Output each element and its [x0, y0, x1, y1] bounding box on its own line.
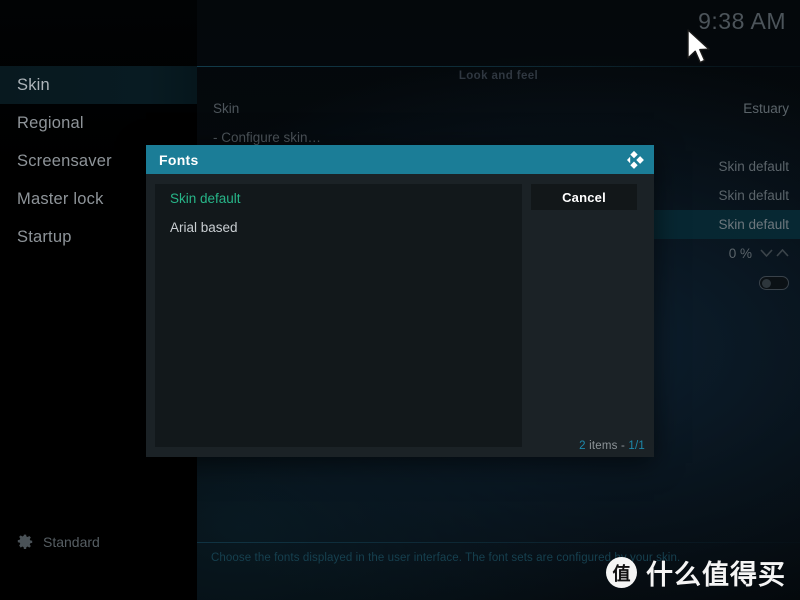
- toggle-knob: [762, 279, 771, 288]
- help-divider: [197, 542, 800, 543]
- setting-value: Skin default: [718, 159, 789, 174]
- setting-value: Estuary: [743, 101, 789, 116]
- watermark: 值 什么值得买: [606, 553, 786, 592]
- spinner-control[interactable]: [760, 249, 789, 258]
- dialog-header: Fonts: [146, 145, 654, 174]
- kodi-settings-screen: Settings / Interface 9:38 AM Skin Region…: [0, 0, 800, 600]
- setting-value: Skin default: [718, 188, 789, 203]
- settings-group-header: Look and feel: [197, 70, 800, 82]
- item-count-label: items -: [586, 440, 629, 452]
- dialog-body: Skin default Arial based Cancel 2 items …: [146, 174, 654, 457]
- dialog-title: Fonts: [159, 152, 199, 168]
- setting-value: 0 %: [729, 246, 752, 261]
- watermark-text: 什么值得买: [646, 553, 786, 592]
- dialog-actions: Cancel: [531, 184, 644, 447]
- item-count-number: 2: [579, 440, 586, 452]
- kodi-logo-icon: [624, 149, 646, 171]
- settings-level[interactable]: Standard: [17, 534, 100, 550]
- gear-icon: [17, 534, 33, 550]
- chevron-up-icon[interactable]: [776, 249, 789, 258]
- list-item[interactable]: Arial based: [155, 213, 522, 242]
- settings-level-label: Standard: [43, 534, 100, 550]
- setting-row-skin[interactable]: Skin Estuary: [197, 94, 800, 123]
- setting-value: Skin default: [718, 217, 789, 232]
- sidebar-item-skin[interactable]: Skin: [0, 66, 197, 104]
- setting-value-group: 0 %: [729, 246, 789, 261]
- setting-value-group: [759, 276, 789, 290]
- toggle-switch[interactable]: [759, 276, 789, 290]
- item-page-number: 1/1: [628, 440, 645, 452]
- dialog-list: Skin default Arial based: [155, 184, 522, 447]
- setting-label: - Configure skin…: [213, 130, 321, 145]
- dialog-item-count: 2 items - 1/1: [579, 440, 645, 452]
- watermark-badge: 值: [606, 557, 637, 588]
- list-item[interactable]: Skin default: [155, 184, 522, 213]
- cancel-button[interactable]: Cancel: [531, 184, 637, 210]
- fonts-dialog: Fonts Skin default Arial based Cancel 2 …: [146, 145, 654, 457]
- mouse-cursor: [686, 28, 714, 68]
- setting-label: Skin: [213, 101, 239, 116]
- chevron-down-icon[interactable]: [760, 249, 773, 258]
- sidebar-item-regional[interactable]: Regional: [0, 104, 197, 142]
